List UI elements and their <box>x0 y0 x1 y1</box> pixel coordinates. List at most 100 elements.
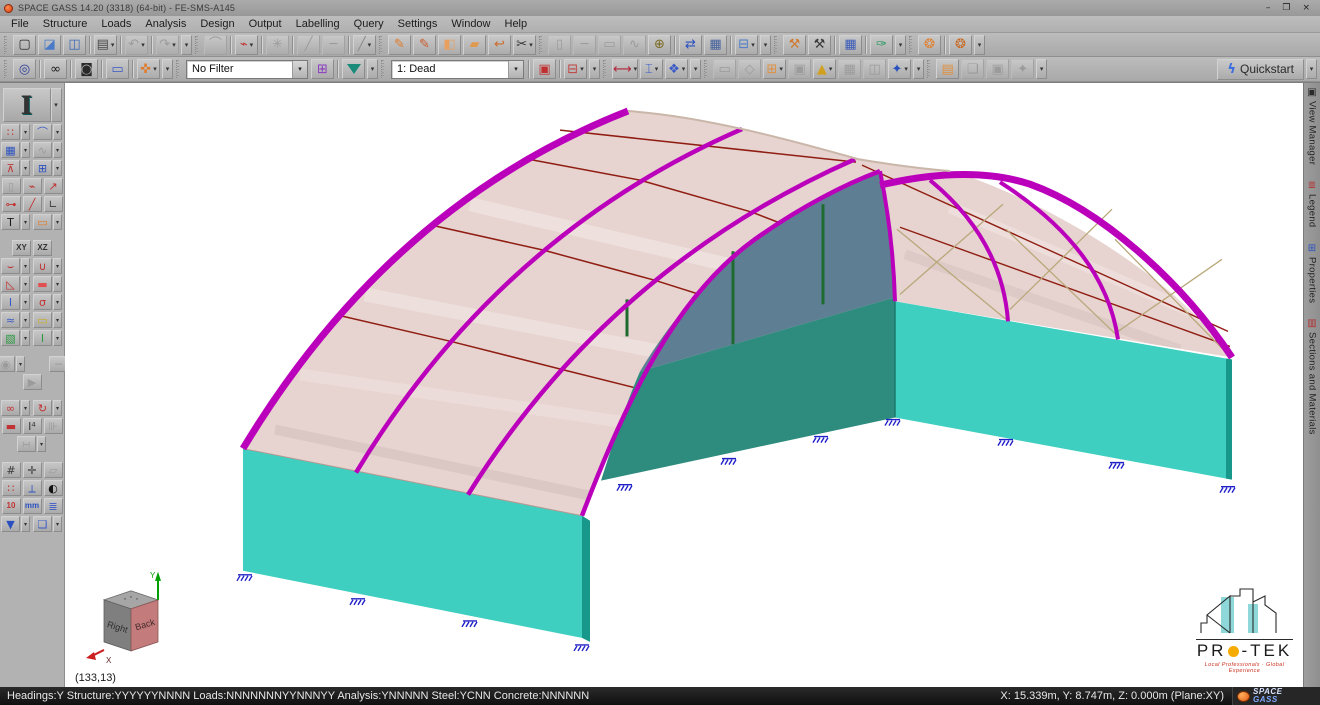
sidebar-tab-legend[interactable]: ≣Legend <box>1307 181 1318 228</box>
plane-xy-button[interactable]: XY <box>12 240 31 256</box>
mesh-tool[interactable]: ⊕ <box>648 35 671 55</box>
print-button[interactable]: ▤▾ <box>94 35 117 55</box>
pin-display-button-dropdown[interactable]: ▾ <box>21 516 30 532</box>
snapshot-button[interactable]: ◙ <box>75 59 98 79</box>
rotation-button[interactable]: ↻ <box>33 400 52 416</box>
view-more-dropdown[interactable]: ▾ <box>162 59 173 79</box>
measure-button[interactable]: ▭ <box>106 59 129 79</box>
envelope-button-dropdown[interactable]: ▾ <box>53 312 62 328</box>
shear-diagram-button[interactable]: ◺ <box>1 276 20 292</box>
deflection-button[interactable]: ≈ <box>1 312 20 328</box>
view-cube[interactable]: Right Back Y X <box>86 571 161 665</box>
dimension-button[interactable]: ∟ <box>44 196 63 212</box>
node-loads-button[interactable]: ❖▾ <box>665 59 688 79</box>
sidebar-tab-properties[interactable]: ⊞Properties <box>1307 244 1318 303</box>
text-annotation-button-dropdown[interactable]: ▾ <box>21 214 30 230</box>
text-annotation-button[interactable]: T <box>1 214 20 230</box>
repair-tool-1[interactable]: ⚒ <box>783 35 806 55</box>
dot-grid-button[interactable]: ∷ <box>2 480 21 496</box>
pin-display-button[interactable]: ▼ <box>1 516 20 532</box>
edit-draw-tool-2[interactable]: ✎ <box>413 35 436 55</box>
loadcase-more-dropdown[interactable]: ▾ <box>589 59 600 79</box>
move-more-dropdown[interactable]: ▾ <box>760 35 771 55</box>
contour-display-button[interactable]: ▧ <box>1 330 20 346</box>
selection-mode-button[interactable]: ❏ <box>33 516 52 532</box>
rotation-button-dropdown[interactable]: ▾ <box>53 400 62 416</box>
load-case-combo-arrow[interactable]: ▾ <box>508 61 523 78</box>
new-file-button[interactable]: ▢ <box>13 35 36 55</box>
grid-tools-button-dropdown[interactable]: ▾ <box>21 142 30 158</box>
member-link-button-dropdown[interactable]: ▾ <box>21 400 30 416</box>
menu-item-loads[interactable]: Loads <box>94 17 138 31</box>
menu-item-analysis[interactable]: Analysis <box>138 17 193 31</box>
sidebar-tab-view-manager[interactable]: ▣View Manager <box>1307 88 1318 165</box>
support-tools-button-dropdown[interactable]: ▾ <box>21 160 30 176</box>
filter-combo[interactable]: No Filter▾ <box>186 60 308 79</box>
save-file-button[interactable]: ◫ <box>63 35 86 55</box>
model-canvas[interactable]: Right Back Y X <box>65 83 1303 687</box>
move-copy-tool[interactable]: ⊟▾ <box>735 35 758 55</box>
node-tools-button[interactable]: ∷ <box>1 124 20 140</box>
model-viewport[interactable]: Right Back Y X (133,13) <box>65 83 1303 687</box>
plate-loads-button[interactable]: ⌶▾ <box>640 59 663 79</box>
analysis-more-dropdown[interactable]: ▾ <box>913 59 924 79</box>
menu-item-query[interactable]: Query <box>347 17 391 31</box>
menu-item-file[interactable]: File <box>4 17 36 31</box>
member-type-button[interactable]: ▬ <box>2 418 21 434</box>
moment-diagram-button[interactable]: ∪ <box>33 258 52 274</box>
arc-tools-button[interactable]: ⌒ <box>33 124 52 140</box>
plane-xz-button[interactable]: XZ <box>33 240 52 256</box>
contour-display-button-dropdown[interactable]: ▾ <box>21 330 30 346</box>
find-button[interactable]: ∞ <box>44 59 67 79</box>
notes-button[interactable]: ▤ <box>936 59 959 79</box>
ruler-button-dropdown[interactable]: ▾ <box>53 214 62 230</box>
sigma-stress-button-dropdown[interactable]: ▾ <box>53 294 62 310</box>
shrink-tool[interactable]: ⇄ <box>679 35 702 55</box>
render-mode-button[interactable]: ▲▾ <box>813 59 836 79</box>
node-type-button-dropdown[interactable]: ▾ <box>37 436 46 452</box>
paint-properties-tool[interactable]: ✑ <box>870 35 893 55</box>
load-transfer-button[interactable]: ⊟▾ <box>564 59 587 79</box>
arc-tools-button-dropdown[interactable]: ▾ <box>53 124 62 140</box>
member-draw-button[interactable]: ╱ <box>23 196 42 212</box>
stress-display-button-dropdown[interactable]: ▾ <box>21 294 30 310</box>
menu-item-settings[interactable]: Settings <box>391 17 445 31</box>
walk-through-button-dropdown[interactable]: ▾ <box>16 356 25 372</box>
renumber-nodes-button[interactable]: ❂ <box>918 35 941 55</box>
sigma-stress-button[interactable]: σ <box>33 294 52 310</box>
zoom-extents-button[interactable]: ◎ <box>13 59 36 79</box>
filter-tool-button[interactable] <box>342 59 365 79</box>
quickstart-dropdown[interactable]: ▾ <box>1306 59 1317 79</box>
member-link-button[interactable]: ∞ <box>1 400 20 416</box>
bending-moment-button-dropdown[interactable]: ▾ <box>21 258 30 274</box>
filter-combo-arrow[interactable]: ▾ <box>292 61 307 78</box>
renumber-members-button[interactable]: ❂ <box>949 35 972 55</box>
load-case-combo[interactable]: 1: Dead▾ <box>391 60 524 79</box>
chart-tool[interactable]: ▦ <box>704 35 727 55</box>
restore-button[interactable]: ❐ <box>1282 1 1290 15</box>
stress-display-button[interactable]: I <box>1 294 20 310</box>
moment-diagram-button-dropdown[interactable]: ▾ <box>53 258 62 274</box>
filter-copy-button[interactable]: ⊞ <box>311 59 334 79</box>
open-file-button[interactable]: ◪ <box>38 35 61 55</box>
shear-diagram-button-dropdown[interactable]: ▾ <box>21 276 30 292</box>
close-button[interactable]: × <box>1302 1 1310 15</box>
minimize-button[interactable]: – <box>1266 1 1271 15</box>
axial-diagram-button[interactable]: ▬ <box>33 276 52 292</box>
edit-curve-tool[interactable]: ↩ <box>488 35 511 55</box>
layers-button[interactable]: ≣ <box>44 498 63 514</box>
renumber-more-dropdown[interactable]: ▾ <box>974 35 985 55</box>
support-tools-button[interactable]: ⊼ <box>1 160 20 176</box>
edit-draw-tool-1[interactable]: ✎ <box>388 35 411 55</box>
copy-loads-button[interactable]: ⊞▾ <box>763 59 786 79</box>
render-sphere-button[interactable]: ◐ <box>44 480 63 496</box>
sidebar-tab-sections-and-materials[interactable]: ▥Sections and Materials <box>1307 319 1318 435</box>
origin-display-button[interactable]: ✛ <box>23 462 42 478</box>
menu-item-labelling[interactable]: Labelling <box>289 17 347 31</box>
history-more-dropdown[interactable]: ▾ <box>181 35 192 55</box>
section-property-button[interactable]: I⁴ <box>23 418 42 434</box>
load-case-manager-button[interactable]: ▣ <box>533 59 556 79</box>
dimension-display-button[interactable]: 10 <box>2 498 21 514</box>
section-library-button[interactable]: I <box>3 88 51 122</box>
plate-grid-button[interactable]: ⊞ <box>33 160 52 176</box>
